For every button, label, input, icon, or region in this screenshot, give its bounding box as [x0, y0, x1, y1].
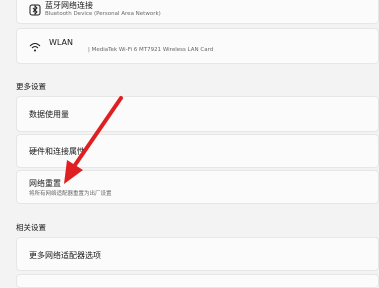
more-network-adapter-options-label: 更多网络适配器选项	[29, 251, 101, 260]
network-reset-description: 将所有网络适配器重置为出厂设置	[29, 191, 112, 197]
network-reset-item[interactable]: 网络重置 将所有网络适配器重置为出厂设置	[16, 170, 379, 204]
network-reset-label: 网络重置	[29, 179, 61, 188]
more-network-adapter-options-item[interactable]: 更多网络适配器选项	[16, 237, 379, 271]
bluetooth-network-card[interactable]: 蓝牙网络连接 Bluetooth Device (Personal Area N…	[16, 0, 379, 24]
data-usage-label: 数据使用量	[29, 110, 69, 119]
more-settings-heading: 更多设置	[16, 82, 46, 91]
bluetooth-network-subtitle: Bluetooth Device (Personal Area Network)	[45, 11, 161, 17]
wlan-subtitle: | MediaTek Wi-Fi 6 MT7921 Wireless LAN C…	[88, 47, 214, 53]
wlan-title: WLAN	[49, 38, 74, 47]
wlan-card[interactable]: WLAN | MediaTek Wi-Fi 6 MT7921 Wireless …	[16, 28, 379, 64]
hardware-connection-properties-label: 硬件和连接属性	[29, 147, 85, 156]
bluetooth-network-icon	[29, 4, 41, 16]
bluetooth-network-title: 蓝牙网络连接	[45, 1, 93, 10]
related-settings-heading: 相关设置	[16, 223, 46, 232]
data-usage-item[interactable]: 数据使用量	[16, 96, 379, 132]
wifi-icon	[29, 43, 41, 52]
partial-card[interactable]	[16, 274, 379, 288]
hardware-connection-properties-item[interactable]: 硬件和连接属性	[16, 134, 379, 168]
